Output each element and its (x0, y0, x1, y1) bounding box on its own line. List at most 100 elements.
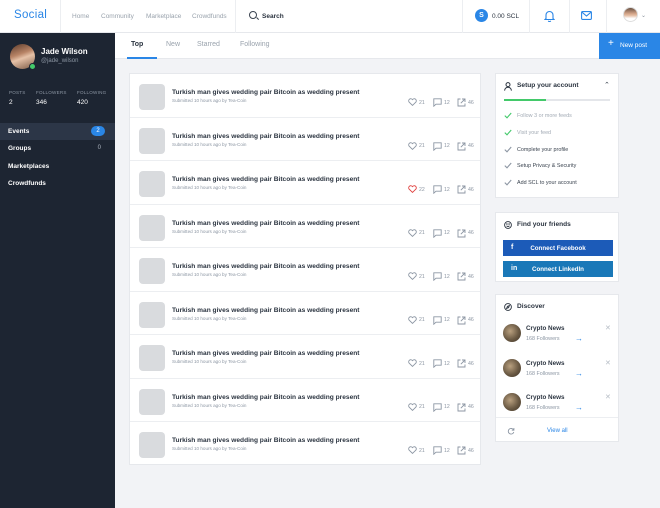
feed-post[interactable]: Turkish man gives wedding pair Bitcoin a… (130, 335, 480, 379)
discover-item[interactable]: Crypto News 168 Followers → ✕ (503, 358, 613, 387)
feed-post[interactable]: Turkish man gives wedding pair Bitcoin a… (130, 118, 480, 161)
feed-avatar[interactable] (503, 393, 521, 411)
post-thumbnail[interactable] (139, 127, 165, 154)
post-title[interactable]: Turkish man gives wedding pair Bitcoin a… (172, 176, 359, 183)
tab-top[interactable]: Top (131, 41, 143, 48)
search-icon[interactable] (249, 11, 257, 19)
feed-post[interactable]: Turkish man gives wedding pair Bitcoin a… (130, 161, 480, 205)
post-thumbnail[interactable] (139, 258, 165, 284)
smile-icon (504, 221, 512, 229)
post-thumbnail[interactable] (139, 171, 165, 197)
discover-followers: 168 Followers (526, 370, 560, 377)
feed-avatar[interactable] (503, 324, 521, 342)
post-title[interactable]: Turkish man gives wedding pair Bitcoin a… (172, 350, 359, 357)
discover-name[interactable]: Crypto News (526, 394, 565, 401)
feed-post[interactable]: Turkish man gives wedding pair Bitcoin a… (130, 422, 480, 466)
sidebar-item-events[interactable]: Events 2 (0, 123, 115, 140)
tab-following[interactable]: Following (240, 41, 270, 48)
view-all-link[interactable]: View all (547, 428, 568, 434)
search-input[interactable]: Search (262, 13, 284, 20)
connect-linkedin-button[interactable]: in Connect LinkedIn (503, 261, 613, 277)
comment-count: 12 (444, 186, 450, 193)
nav-community[interactable]: Community (101, 13, 134, 20)
share-count: 46 (468, 99, 474, 106)
feed-post[interactable]: Turkish man gives wedding pair Bitcoin a… (130, 292, 480, 335)
feed-avatar[interactable] (503, 358, 521, 377)
refresh-icon[interactable] (507, 427, 515, 435)
nav-marketplace[interactable]: Marketplace (146, 13, 181, 20)
feed-post[interactable]: Turkish man gives wedding pair Bitcoin a… (130, 379, 480, 422)
post-title[interactable]: Turkish man gives wedding pair Bitcoin a… (172, 437, 359, 444)
post-meta: Submitted 10 hours ago by Tea-Coin (172, 272, 247, 277)
post-title[interactable]: Turkish man gives wedding pair Bitcoin a… (172, 307, 359, 314)
feed-post[interactable]: Turkish man gives wedding pair Bitcoin a… (130, 74, 480, 118)
chevron-down-icon[interactable]: ⌄ (641, 12, 646, 19)
check-icon (504, 179, 512, 186)
post-meta: Submitted 10 hours ago by Tea-Coin (172, 228, 247, 234)
profile-name: Jade Wilson (41, 47, 88, 56)
sidebar-item-crowdfunds[interactable]: Crowdfunds (0, 175, 115, 192)
connect-facebook-button[interactable]: f Connect Facebook (503, 240, 613, 256)
setup-step-label: Complete your profile (517, 146, 569, 153)
stat-followers-value[interactable]: 346 (36, 99, 47, 106)
check-icon (504, 129, 512, 136)
feed-post[interactable]: Turkish man gives wedding pair Bitcoin a… (130, 248, 480, 292)
divider (60, 0, 61, 33)
brand-logo[interactable]: Social (14, 9, 47, 21)
post-thumbnail[interactable] (139, 388, 165, 415)
tab-new[interactable]: New (166, 41, 180, 48)
feed-post[interactable]: Turkish man gives wedding pair Bitcoin a… (130, 205, 480, 248)
wallet-balance[interactable]: 0.00 SCL (492, 13, 519, 20)
chevron-up-icon[interactable]: ⌃ (604, 81, 610, 89)
stat-following-value[interactable]: 420 (77, 99, 88, 106)
tab-starred[interactable]: Starred (197, 41, 220, 48)
post-thumbnail[interactable] (139, 345, 165, 371)
comment-count: 12 (444, 404, 450, 410)
follow-arrow-icon[interactable]: → (575, 334, 583, 343)
nav-home[interactable]: Home (72, 13, 89, 20)
discover-name[interactable]: Crypto News (526, 360, 565, 367)
user-avatar[interactable] (623, 7, 638, 22)
setup-step-label: Setup Privacy & Security (517, 163, 577, 170)
nav-crowdfunds[interactable]: Crowdfunds (192, 13, 227, 20)
discover-name[interactable]: Crypto News (526, 325, 565, 332)
mail-icon[interactable] (581, 11, 592, 20)
post-meta: Submitted 10 hours ago by Tea-Coin (172, 446, 247, 451)
comment-count: 12 (444, 230, 450, 236)
discover-title: Discover (517, 303, 545, 310)
comment-count: 12 (444, 447, 450, 454)
connect-linkedin-label: Connect LinkedIn (532, 265, 584, 273)
post-title[interactable]: Turkish man gives wedding pair Bitcoin a… (172, 263, 359, 270)
follow-arrow-icon[interactable]: → (575, 369, 583, 378)
sidebar-item-groups[interactable]: Groups 0 (0, 140, 115, 157)
divider (529, 0, 530, 33)
close-icon[interactable]: ✕ (605, 393, 611, 401)
follow-arrow-icon[interactable]: → (575, 403, 583, 412)
stat-following-label: FOLLOWING (77, 90, 107, 95)
sidebar-item-marketplaces[interactable]: Marketplaces (0, 158, 115, 175)
post-thumbnail[interactable] (139, 301, 165, 328)
groups-count: 0 (97, 145, 101, 151)
divider (606, 0, 607, 33)
like-count: 21 (419, 404, 425, 410)
post-title[interactable]: Turkish man gives wedding pair Bitcoin a… (172, 220, 359, 227)
divider (235, 0, 236, 33)
close-icon[interactable]: ✕ (605, 324, 611, 332)
comment-count: 12 (444, 143, 450, 149)
friends-title: Find your friends (517, 221, 571, 228)
post-meta: Submitted 10 hours ago by Tea-Coin (172, 359, 247, 364)
post-thumbnail[interactable] (139, 214, 165, 241)
post-thumbnail[interactable] (139, 432, 165, 458)
new-post-button[interactable]: + New post (599, 33, 660, 59)
sidebar-item-label: Marketplaces (8, 162, 50, 170)
post-thumbnail[interactable] (139, 84, 165, 110)
divider (496, 417, 618, 418)
discover-item[interactable]: Crypto News 168 Followers → ✕ (503, 324, 613, 352)
share-count: 46 (468, 230, 474, 236)
check-icon (504, 112, 512, 119)
post-title[interactable]: Turkish man gives wedding pair Bitcoin a… (172, 394, 359, 401)
post-title[interactable]: Turkish man gives wedding pair Bitcoin a… (172, 133, 359, 140)
bell-icon[interactable] (544, 10, 555, 22)
post-title[interactable]: Turkish man gives wedding pair Bitcoin a… (172, 89, 359, 96)
close-icon[interactable]: ✕ (605, 359, 611, 367)
